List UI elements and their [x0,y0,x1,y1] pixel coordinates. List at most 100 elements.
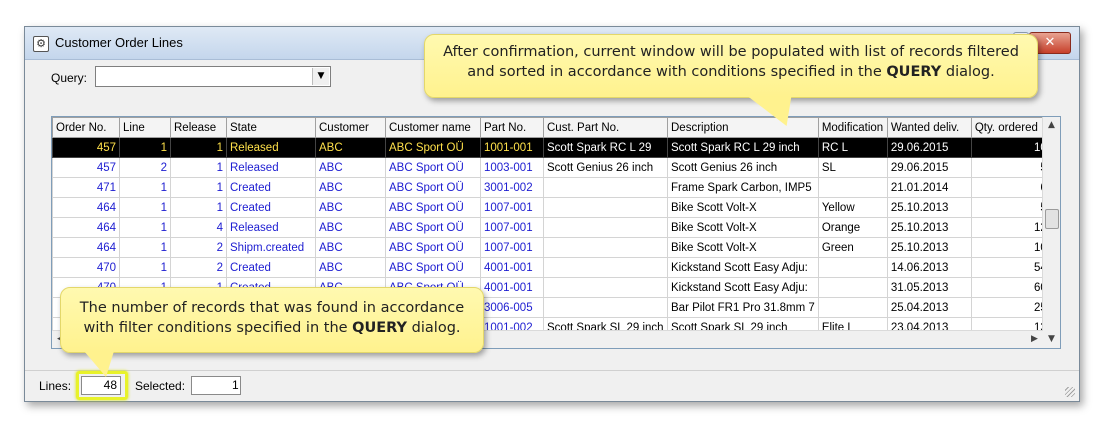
column-header[interactable]: Cust. Part No. [543,117,668,138]
cell-release: 2 [170,237,227,258]
resize-grip-icon[interactable] [1065,387,1075,397]
cell-description: Kickstand Scott Easy Adju: [667,257,819,278]
cell-cust-part-no [543,177,668,198]
cell-cust-part-no [543,237,668,258]
cell-wanted-deliv: 21.01.2014 [886,177,972,198]
cell-part-no: 3001-002 [480,177,544,198]
cell-description: Kickstand Scott Easy Adju: [667,277,819,298]
scroll-right-icon[interactable]: ▶ [1026,331,1043,348]
scroll-up-icon[interactable]: ▲ [1043,117,1060,134]
table-row[interactable]: 470 1 2 Created ABC ABC Sport OÜ 4001-001 Kicks… [52,257,1051,278]
cell-wanted-deliv: 29.06.2015 [886,157,972,178]
cell-state: Released [226,157,316,178]
cell-modification [817,277,888,298]
cell-line: 1 [119,257,171,278]
table-row[interactable]: 457 2 1 Released ABC ABC Sport OÜ 1003-001 Scot… [52,157,1051,178]
cell-customer: ABC [315,157,386,178]
cell-qty-ordered: 12 [970,217,1051,238]
cell-modification: Yellow [817,197,888,218]
cell-wanted-deliv: 29.06.2015 [886,137,972,158]
callout-text-line: The number of records that was found in … [79,300,465,316]
cell-wanted-deliv: 31.05.2013 [886,277,972,298]
column-header[interactable]: Qty. ordered [970,117,1051,138]
cell-order-no: 471 [52,177,120,198]
cell-state: Created [226,197,316,218]
cell-part-no: 1001-001 [480,137,544,158]
cell-order-no: 457 [52,137,120,158]
column-header[interactable]: State [226,117,316,138]
table-row[interactable]: 464 1 2 Shipm.created ABC ABC Sport OÜ 1007-00… [52,237,1051,258]
column-header[interactable]: Release [170,117,227,138]
cell-order-no: 464 [52,237,120,258]
query-select[interactable]: ▼ [95,66,331,87]
callout-pointer [84,351,114,377]
table-row[interactable]: 457 1 1 Released ABC ABC Sport OÜ 1001-001 Scot… [52,137,1051,158]
cell-state: Released [226,137,316,158]
app-icon: ⚙ [33,36,49,52]
query-label: Query: [51,71,88,85]
column-header[interactable]: Customer name [385,117,481,138]
callout-lines-count: The number of records that was found in … [60,287,484,353]
cell-modification [817,257,888,278]
column-header[interactable]: Order No. [52,117,120,138]
cell-modification: Orange [817,217,888,238]
cell-order-no: 464 [52,197,120,218]
cell-wanted-deliv: 25.04.2013 [886,297,972,318]
cell-part-no: 1007-001 [480,197,544,218]
vertical-scrollbar[interactable]: ▲ ▼ [1042,117,1060,348]
cell-cust-part-no: Scott Spark RC L 29 [543,137,668,158]
table-row[interactable]: 464 1 4 Released ABC ABC Sport OÜ 1007-001 Bike… [52,217,1051,238]
selected-label: Selected: [135,379,186,393]
cell-cust-part-no [543,257,668,278]
window-title: Customer Order Lines [55,35,183,50]
column-header[interactable]: Modification [817,117,888,138]
cell-state: Shipm.created [226,237,316,258]
cell-wanted-deliv: 25.10.2013 [886,217,972,238]
cell-description: Frame Spark Carbon, IMP5 [667,177,819,198]
cell-customer-name: ABC Sport OÜ [385,217,481,238]
table-row[interactable]: 471 1 1 Created ABC ABC Sport OÜ 3001-002 Frame… [52,177,1051,198]
column-header[interactable]: Wanted deliv. [886,117,972,138]
cell-customer: ABC [315,257,386,278]
cell-cust-part-no [543,277,668,298]
cell-part-no: 1007-001 [480,237,544,258]
cell-customer-name: ABC Sport OÜ [385,197,481,218]
cell-qty-ordered: 60 [970,277,1051,298]
cell-release: 1 [170,157,227,178]
cell-customer-name: ABC Sport OÜ [385,157,481,178]
cell-customer: ABC [315,217,386,238]
cell-description: Scott Genius 26 inch [667,157,819,178]
cell-customer: ABC [315,137,386,158]
callout-keyword: QUERY [352,320,408,336]
table-row[interactable]: 464 1 1 Created ABC ABC Sport OÜ 1007-001 Bike … [52,197,1051,218]
selected-count: 1 [191,376,241,395]
chevron-down-icon[interactable]: ▼ [312,68,329,85]
cell-line: 2 [119,157,171,178]
cell-release: 1 [170,197,227,218]
lines-label: Lines: [39,379,72,393]
cell-cust-part-no [543,197,668,218]
cell-qty-ordered: 10 [970,237,1051,258]
column-header[interactable]: Customer [315,117,386,138]
cell-customer: ABC [315,197,386,218]
cell-order-no: 470 [52,257,120,278]
callout-text: with filter conditions specified in the [83,320,353,336]
cell-qty-ordered: 5 [970,197,1051,218]
cell-qty-ordered: 54 [970,257,1051,278]
cell-state: Released [226,217,316,238]
scroll-down-icon[interactable]: ▼ [1043,331,1060,348]
callout-text: dialog. [407,320,461,336]
cell-release: 2 [170,257,227,278]
cell-wanted-deliv: 25.10.2013 [886,197,972,218]
column-header[interactable]: Part No. [480,117,544,138]
cell-description: Bar Pilot FR1 Pro 31.8mm 7 [667,297,819,318]
cell-qty-ordered: 10 [970,137,1051,158]
cell-modification [817,177,888,198]
cell-customer: ABC [315,237,386,258]
cell-part-no: 3006-005 [480,297,544,318]
cell-modification: SL [817,157,888,178]
cell-line: 1 [119,197,171,218]
column-header[interactable]: Line [119,117,171,138]
scroll-thumb[interactable] [1045,209,1059,229]
cell-cust-part-no [543,217,668,238]
